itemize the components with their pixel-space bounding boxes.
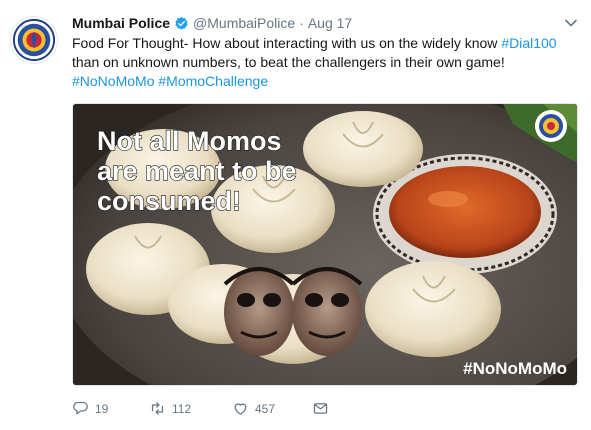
momos-photo: Not all Momos are meant to be consumed! … (73, 104, 577, 385)
retweet-button[interactable]: 112 (149, 400, 191, 417)
tweet-header: Mumbai Police @MumbaiPolice · Aug 17 (72, 13, 352, 33)
tweet-menu-caret[interactable] (564, 16, 578, 30)
media-headline-line-3: consumed! (97, 186, 241, 216)
display-name[interactable]: Mumbai Police (72, 15, 170, 31)
tweet-card[interactable]: Mumbai Police @MumbaiPolice · Aug 17 Foo… (0, 0, 591, 430)
chevron-down-icon (565, 19, 577, 27)
hashtag-momochallenge[interactable]: #MomoChallenge (158, 73, 268, 89)
tweet-text-part-2: than on unknown numbers, to beat the cha… (72, 54, 505, 70)
reply-count: 19 (95, 401, 109, 416)
tweet-media-image[interactable]: Not all Momos are meant to be consumed! … (72, 103, 578, 386)
media-headline-line-1: Not all Momos (97, 126, 282, 156)
direct-message-button[interactable] (312, 400, 329, 417)
media-headline-line-2: are meant to be (97, 156, 297, 186)
hashtag-dial100[interactable]: #Dial100 (501, 35, 556, 51)
heart-icon (234, 403, 247, 415)
verified-badge-icon (174, 16, 189, 31)
user-handle[interactable]: @MumbaiPolice (193, 15, 295, 31)
like-count: 457 (255, 401, 276, 416)
tweet-date[interactable]: Aug 17 (308, 15, 352, 31)
media-watermark-hashtag: #NoNoMoMo (463, 359, 567, 378)
reply-button[interactable]: 19 (72, 400, 108, 417)
hashtag-nonomomo[interactable]: #NoNoMoMo (72, 73, 154, 89)
retweet-count: 112 (172, 401, 192, 416)
reply-icon (73, 401, 88, 415)
police-emblem-icon (12, 18, 56, 62)
tweet-text-part-1: Food For Thought- How about interacting … (72, 35, 502, 51)
tweet-text: Food For Thought- How about interacting … (72, 34, 577, 91)
police-emblem-watermark-icon (535, 110, 567, 142)
like-button[interactable]: 457 (232, 400, 275, 417)
retweet-icon (151, 402, 164, 415)
separator-dot: · (299, 15, 304, 31)
envelope-icon (313, 403, 328, 414)
avatar[interactable] (10, 16, 58, 64)
